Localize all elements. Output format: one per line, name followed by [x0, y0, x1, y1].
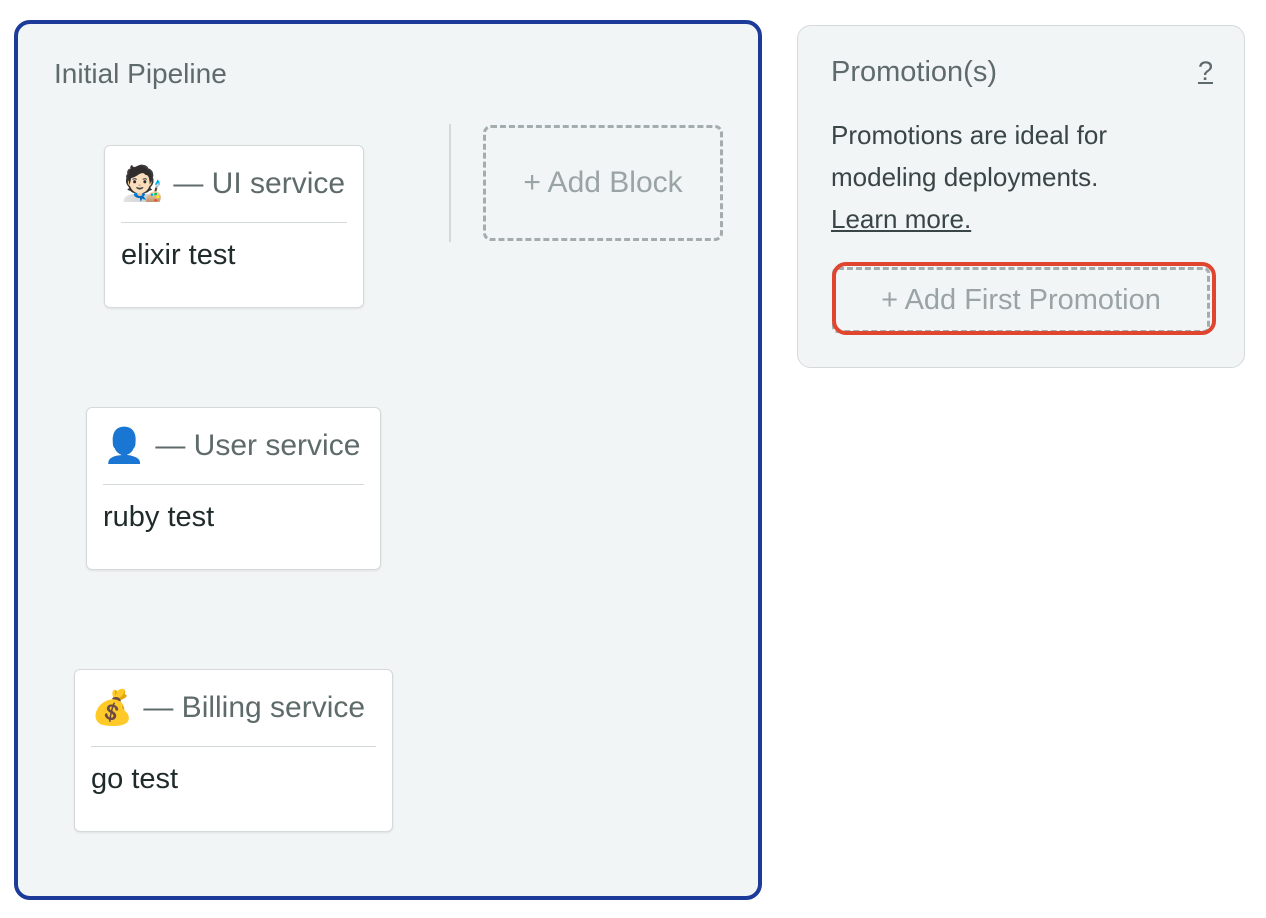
- block-header: 👤 — User service: [103, 408, 364, 485]
- pipeline-panel[interactable]: Initial Pipeline 🧑🏻‍🎨 — UI service elixi…: [14, 20, 762, 900]
- add-first-promotion-button[interactable]: + Add First Promotion: [832, 267, 1210, 333]
- block-name: — User service: [155, 429, 361, 462]
- block-card-ui-service[interactable]: 🧑🏻‍🎨 — UI service elixir test: [104, 145, 364, 308]
- promotions-description: Promotions are ideal for modeling deploy…: [831, 114, 1161, 240]
- artist-emoji-icon: 🧑🏻‍🎨: [121, 165, 164, 203]
- learn-more-link[interactable]: Learn more.: [831, 198, 971, 240]
- workflow-editor-canvas: Initial Pipeline 🧑🏻‍🎨 — UI service elixi…: [0, 0, 1266, 918]
- money-bag-emoji-icon: 💰: [91, 689, 134, 727]
- promotions-title: Promotion(s): [831, 56, 997, 88]
- block-job[interactable]: elixir test: [121, 223, 347, 272]
- block-name: — UI service: [173, 167, 346, 200]
- add-block-button[interactable]: + Add Block: [483, 125, 723, 241]
- block-column-divider: [449, 124, 451, 242]
- block-header: 💰 — Billing service: [91, 670, 376, 747]
- block-job[interactable]: go test: [91, 747, 376, 796]
- block-name: — Billing service: [143, 691, 366, 724]
- promotions-panel: Promotion(s) ? Promotions are ideal for …: [797, 25, 1245, 368]
- block-card-billing-service[interactable]: 💰 — Billing service go test: [74, 669, 393, 832]
- block-card-user-service[interactable]: 👤 — User service ruby test: [86, 407, 381, 570]
- help-link[interactable]: ?: [1198, 56, 1213, 87]
- pipeline-title[interactable]: Initial Pipeline: [54, 58, 227, 90]
- block-job[interactable]: ruby test: [103, 485, 364, 534]
- user-silhouette-emoji-icon: 👤: [103, 427, 146, 465]
- promotions-description-text: Promotions are ideal for modeling deploy…: [831, 120, 1108, 192]
- block-header: 🧑🏻‍🎨 — UI service: [121, 146, 347, 223]
